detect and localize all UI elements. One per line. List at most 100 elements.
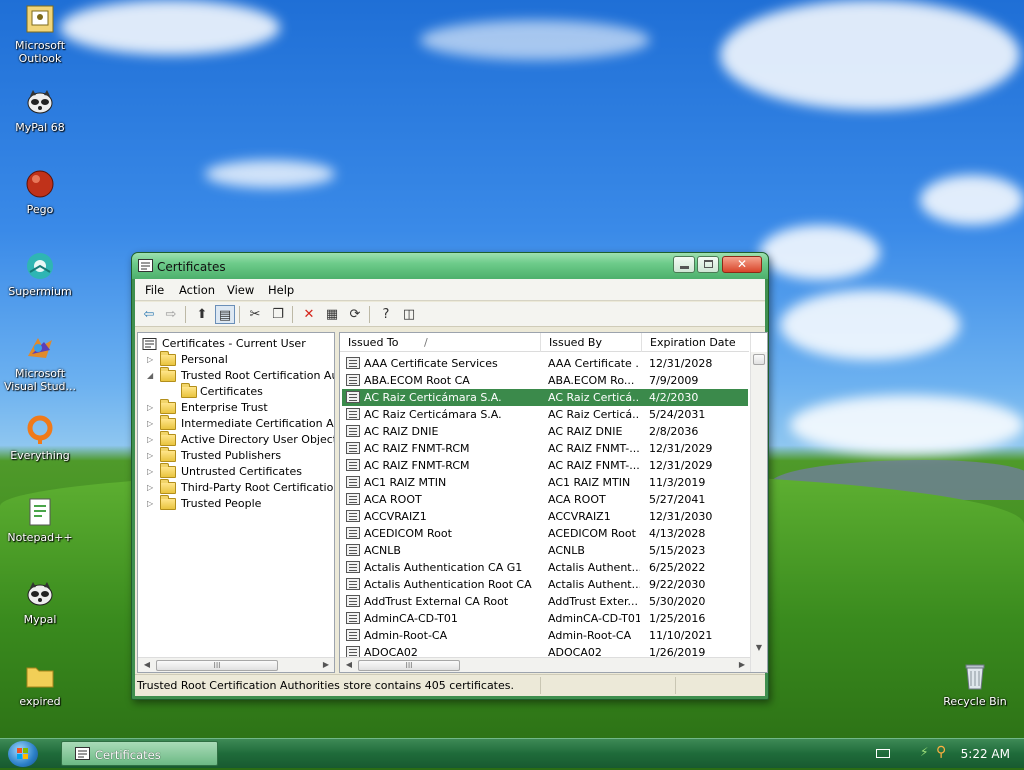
expand-icon[interactable]: ▷	[147, 483, 156, 492]
tree-horizontal-scrollbar[interactable]: ◀ III ▶	[138, 657, 334, 672]
scroll-right-arrow-icon[interactable]: ▶	[736, 659, 748, 671]
desktop-icon-everything[interactable]: Everything	[0, 414, 80, 462]
table-row[interactable]: AC Raiz Certicámara S.A. AC Raiz Certicá.…	[342, 389, 748, 406]
expand-icon[interactable]: ▷	[147, 435, 156, 444]
desktop-icon-visual-studio[interactable]: Microsoft Visual Stud...	[0, 332, 80, 393]
network-icon[interactable]: ⚡	[920, 745, 928, 759]
supermium-icon	[24, 250, 56, 282]
toolbar-separator	[185, 306, 186, 323]
expand-icon[interactable]: ▷	[147, 499, 156, 508]
certificates-icon	[75, 747, 90, 763]
back-button[interactable]: ⇦	[139, 305, 159, 324]
table-row[interactable]: Admin-Root-CA Admin-Root-CA 11/10/2021	[342, 627, 748, 644]
folder-up-icon: ⬆	[196, 307, 208, 322]
cloud	[420, 20, 650, 60]
table-row[interactable]: ACA ROOT ACA ROOT 5/27/2041	[342, 491, 748, 508]
desktop-icon-label: Microsoft Visual Stud...	[3, 367, 77, 393]
collapse-icon[interactable]: ◢	[147, 371, 156, 380]
minimize-button[interactable]	[673, 256, 695, 273]
table-row[interactable]: AC RAIZ DNIE AC RAIZ DNIE 2/8/2036	[342, 423, 748, 440]
cell-issued-to: ABA.ECOM Root CA	[364, 374, 470, 387]
cell-issued-by: AC RAIZ DNIE	[548, 425, 623, 438]
taskbar: Certificates ⚡ ⚲ 5:22 AM	[0, 738, 1024, 768]
certificate-list[interactable]: Issued To / Issued By Expiration Date AA…	[339, 332, 768, 673]
forward-button[interactable]: ⇨	[161, 305, 181, 324]
column-issued-to[interactable]: Issued To /	[340, 333, 541, 352]
table-row[interactable]: AddTrust External CA Root AddTrust Exter.…	[342, 593, 748, 610]
table-row[interactable]: AC Raiz Certicámara S.A. AC Raiz Certicá.…	[342, 406, 748, 423]
refresh-button[interactable]: ⟳	[345, 305, 365, 324]
table-row[interactable]: AC RAIZ FNMT-RCM AC RAIZ FNMT-... 12/31/20…	[342, 440, 748, 457]
action-pane-icon: ◫	[402, 307, 416, 322]
cut-button[interactable]: ✂	[245, 305, 265, 324]
delete-button[interactable]: ✕	[299, 305, 319, 324]
scroll-thumb[interactable]: III	[358, 660, 460, 671]
table-row[interactable]: ACEDICOM Root ACEDICOM Root 4/13/2028	[342, 525, 748, 542]
list-horizontal-scrollbar[interactable]: ◀ III ▶	[340, 657, 750, 672]
table-row[interactable]: AAA Certificate Services AAA Certificate …	[342, 355, 748, 372]
menu-view[interactable]: View	[227, 283, 254, 297]
console-tree[interactable]: Certificates - Current User ▷ Personal ◢…	[137, 332, 335, 673]
desktop-icon-notepadpp[interactable]: Notepad++	[0, 496, 80, 544]
table-row[interactable]: AC1 RAIZ MTIN AC1 RAIZ MTIN 11/3/2019	[342, 474, 748, 491]
table-row[interactable]: AdminCA-CD-T01 AdminCA-CD-T01 1/25/2016	[342, 610, 748, 627]
cell-issued-to: Actalis Authentication CA G1	[364, 561, 523, 574]
desktop-icon-pego[interactable]: Pego	[0, 168, 80, 216]
help-button[interactable]: ?	[376, 305, 396, 324]
desktop-icon-mypal[interactable]: Mypal	[0, 578, 80, 626]
desktop-icon-label: Recycle Bin	[943, 695, 1007, 708]
menu-help[interactable]: Help	[268, 283, 294, 297]
scroll-left-arrow-icon[interactable]: ◀	[343, 659, 355, 671]
start-button[interactable]	[8, 741, 38, 767]
up-one-level-button[interactable]: ⬆	[192, 305, 212, 324]
column-expiration-date[interactable]: Expiration Date	[642, 333, 751, 352]
menu-bar: File Action View Help	[135, 279, 765, 301]
desktop-icon-label: MyPal 68	[15, 121, 65, 134]
expand-icon[interactable]: ▷	[147, 355, 156, 364]
desktop-icon-mypal68[interactable]: MyPal 68	[0, 86, 80, 134]
show-hide-tree-button[interactable]: ▤	[215, 305, 235, 324]
expand-icon[interactable]: ▷	[147, 403, 156, 412]
cell-expiration: 9/22/2030	[649, 578, 706, 591]
scroll-down-arrow-icon[interactable]: ▼	[753, 642, 765, 654]
table-row[interactable]: ACNLB ACNLB 5/15/2023	[342, 542, 748, 559]
close-button[interactable]: ✕	[722, 256, 762, 273]
copy-button[interactable]: ❐	[268, 305, 288, 324]
scroll-thumb[interactable]: III	[156, 660, 278, 671]
cell-expiration: 7/9/2009	[649, 374, 699, 387]
cell-issued-to: ACA ROOT	[364, 493, 422, 506]
scroll-right-arrow-icon[interactable]: ▶	[320, 659, 332, 671]
desktop-icon-expired-folder[interactable]: expired	[0, 660, 80, 708]
folder-icon	[160, 415, 176, 430]
table-row[interactable]: Actalis Authentication CA G1 Actalis Auth…	[342, 559, 748, 576]
title-bar[interactable]: Certificates ✕	[132, 253, 768, 279]
show-hide-action-pane-button[interactable]: ◫	[399, 305, 419, 324]
folder-icon	[160, 463, 176, 478]
menu-action[interactable]: Action	[179, 283, 215, 297]
scroll-left-arrow-icon[interactable]: ◀	[141, 659, 153, 671]
table-row[interactable]: AC RAIZ FNMT-RCM AC RAIZ FNMT-... 12/31/20…	[342, 457, 748, 474]
properties-button[interactable]: ▦	[322, 305, 342, 324]
column-issued-by[interactable]: Issued By	[541, 333, 642, 352]
keyboard-icon[interactable]	[876, 749, 890, 758]
scroll-thumb[interactable]	[753, 354, 765, 365]
table-row[interactable]: ABA.ECOM Root CA ABA.ECOM Ro... 7/9/2009	[342, 372, 748, 389]
desktop-icon-outlook[interactable]: Microsoft Outlook	[0, 4, 80, 65]
taskbar-button-certificates[interactable]: Certificates	[61, 741, 218, 766]
desktop-icon-label: Microsoft Outlook	[14, 39, 66, 65]
cell-expiration: 12/31/2029	[649, 442, 713, 455]
list-vertical-scrollbar[interactable]: ▲ ▼	[750, 352, 767, 672]
expand-icon[interactable]: ▷	[147, 419, 156, 428]
desktop-icon-recycle-bin[interactable]: Recycle Bin	[935, 660, 1015, 708]
desktop-icon-supermium[interactable]: Supermium	[0, 250, 80, 298]
table-row[interactable]: ACCVRAIZ1 ACCVRAIZ1 12/31/2030	[342, 508, 748, 525]
maximize-button[interactable]	[697, 256, 719, 273]
expand-icon[interactable]: ▷	[147, 467, 156, 476]
expand-icon[interactable]: ▷	[147, 451, 156, 460]
window-title: Certificates	[157, 260, 226, 274]
menu-file[interactable]: File	[145, 283, 164, 297]
table-row[interactable]: Actalis Authentication Root CA Actalis Au…	[342, 576, 748, 593]
search-icon[interactable]: ⚲	[936, 744, 946, 760]
windows-logo-icon	[17, 748, 28, 759]
clock[interactable]: 5:22 AM	[961, 747, 1010, 761]
